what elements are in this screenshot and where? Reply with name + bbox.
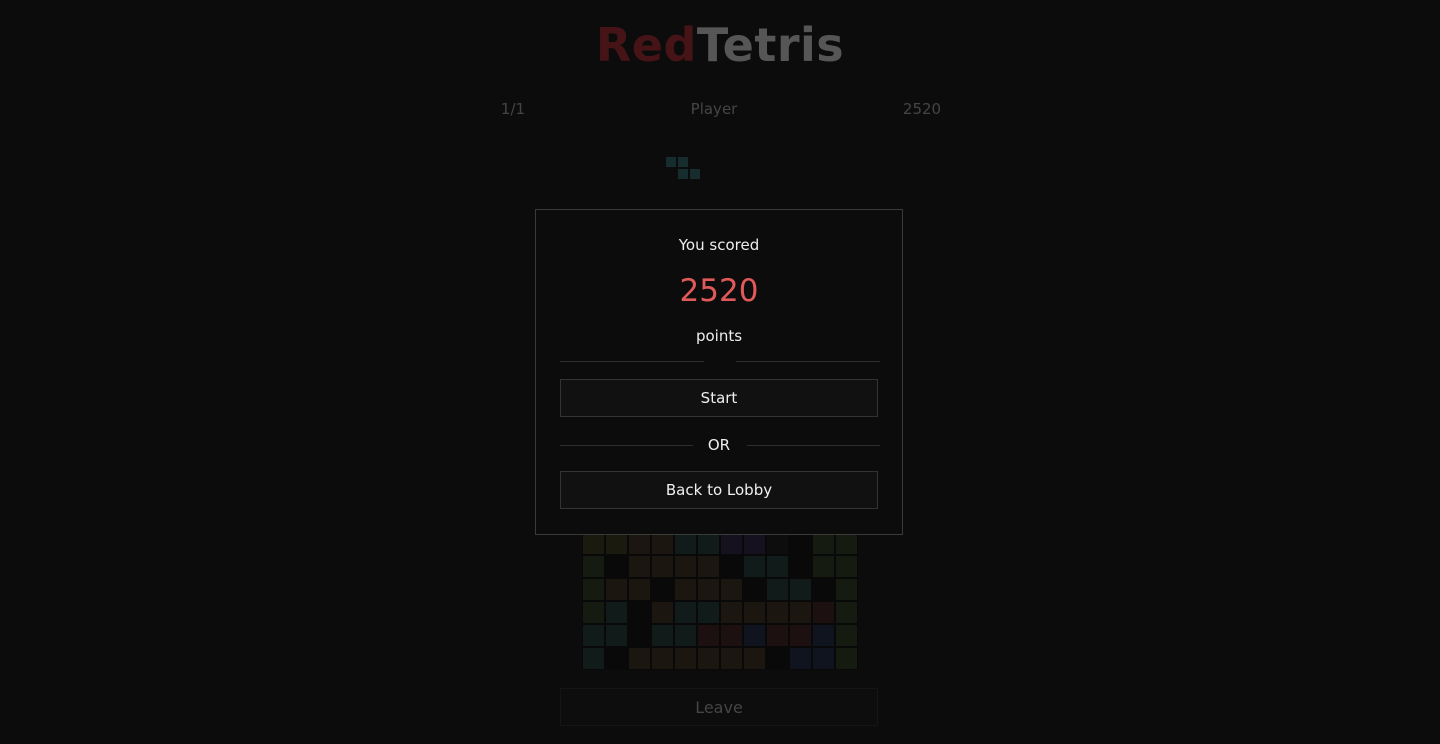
board-cell bbox=[629, 579, 650, 600]
title-red-part: Red bbox=[595, 18, 697, 72]
board-cell bbox=[606, 602, 627, 623]
board-cell bbox=[790, 648, 811, 669]
board-cell bbox=[698, 579, 719, 600]
game-over-modal: You scored 2520 points Start OR Back to … bbox=[535, 209, 903, 535]
board-cell bbox=[675, 602, 696, 623]
player-score: 2520 bbox=[902, 100, 942, 118]
board-cell bbox=[652, 625, 673, 646]
board-cell bbox=[698, 625, 719, 646]
app-title: RedTetris bbox=[0, 18, 1440, 72]
board-cell bbox=[813, 556, 834, 577]
board-cell bbox=[836, 533, 857, 554]
board-cell bbox=[790, 625, 811, 646]
board-cell bbox=[629, 602, 650, 623]
board-cell bbox=[721, 602, 742, 623]
board-cell bbox=[652, 556, 673, 577]
board-cell bbox=[606, 579, 627, 600]
board-cell bbox=[744, 602, 765, 623]
you-scored-label: You scored bbox=[678, 236, 760, 254]
board-cell bbox=[790, 556, 811, 577]
board-cell bbox=[836, 556, 857, 577]
divider-right bbox=[736, 361, 880, 362]
board-cell bbox=[629, 625, 650, 646]
board-cell bbox=[698, 533, 719, 554]
board-cell bbox=[675, 556, 696, 577]
leave-button[interactable]: Leave bbox=[560, 688, 878, 726]
board-cell bbox=[836, 648, 857, 669]
board-cell bbox=[606, 648, 627, 669]
back-to-lobby-button[interactable]: Back to Lobby bbox=[560, 471, 878, 509]
board-cell bbox=[813, 579, 834, 600]
board-cell bbox=[836, 625, 857, 646]
board-cell bbox=[813, 533, 834, 554]
board-cell bbox=[698, 648, 719, 669]
board-cell bbox=[606, 533, 627, 554]
board-cell bbox=[790, 579, 811, 600]
board-cell bbox=[606, 556, 627, 577]
board-cell bbox=[652, 602, 673, 623]
board-cell bbox=[675, 625, 696, 646]
divider-left bbox=[560, 361, 704, 362]
board-cell bbox=[767, 648, 788, 669]
or-divider-right bbox=[747, 445, 880, 446]
board-cell bbox=[744, 533, 765, 554]
board-cell bbox=[813, 602, 834, 623]
board-cell bbox=[721, 648, 742, 669]
board-cell bbox=[836, 579, 857, 600]
board-cell bbox=[652, 648, 673, 669]
board-cell bbox=[652, 579, 673, 600]
board-cell bbox=[790, 533, 811, 554]
title-white-part: Tetris bbox=[696, 18, 845, 72]
board-cell bbox=[675, 533, 696, 554]
game-board bbox=[582, 532, 858, 670]
board-cell bbox=[721, 533, 742, 554]
board-cell bbox=[744, 625, 765, 646]
board-cell bbox=[836, 602, 857, 623]
board-cell bbox=[744, 579, 765, 600]
board-cell bbox=[744, 556, 765, 577]
board-cell bbox=[675, 579, 696, 600]
board-cell bbox=[767, 625, 788, 646]
next-piece-preview bbox=[666, 157, 706, 183]
board-cell bbox=[721, 579, 742, 600]
board-cell bbox=[744, 648, 765, 669]
board-cell bbox=[583, 579, 604, 600]
board-cell bbox=[629, 556, 650, 577]
board-cell bbox=[629, 533, 650, 554]
points-label: points bbox=[695, 327, 743, 345]
final-score: 2520 bbox=[679, 273, 759, 309]
board-cell bbox=[767, 579, 788, 600]
board-cell bbox=[767, 533, 788, 554]
round-indicator: 1/1 bbox=[500, 100, 526, 118]
board-cell bbox=[813, 625, 834, 646]
board-cell bbox=[790, 602, 811, 623]
board-cell bbox=[583, 602, 604, 623]
board-cell bbox=[721, 625, 742, 646]
board-cell bbox=[698, 556, 719, 577]
board-cell bbox=[721, 556, 742, 577]
board-cell bbox=[767, 556, 788, 577]
board-cell bbox=[583, 556, 604, 577]
board-cell bbox=[606, 625, 627, 646]
board-cell bbox=[583, 648, 604, 669]
start-button[interactable]: Start bbox=[560, 379, 878, 417]
player-name: Player bbox=[690, 100, 738, 118]
board-cell bbox=[652, 533, 673, 554]
board-cell bbox=[583, 625, 604, 646]
board-cell bbox=[675, 648, 696, 669]
board-cell bbox=[583, 533, 604, 554]
board-cell bbox=[698, 602, 719, 623]
board-cell bbox=[629, 648, 650, 669]
board-grid bbox=[583, 533, 857, 669]
board-cell bbox=[813, 648, 834, 669]
board-cell bbox=[767, 602, 788, 623]
